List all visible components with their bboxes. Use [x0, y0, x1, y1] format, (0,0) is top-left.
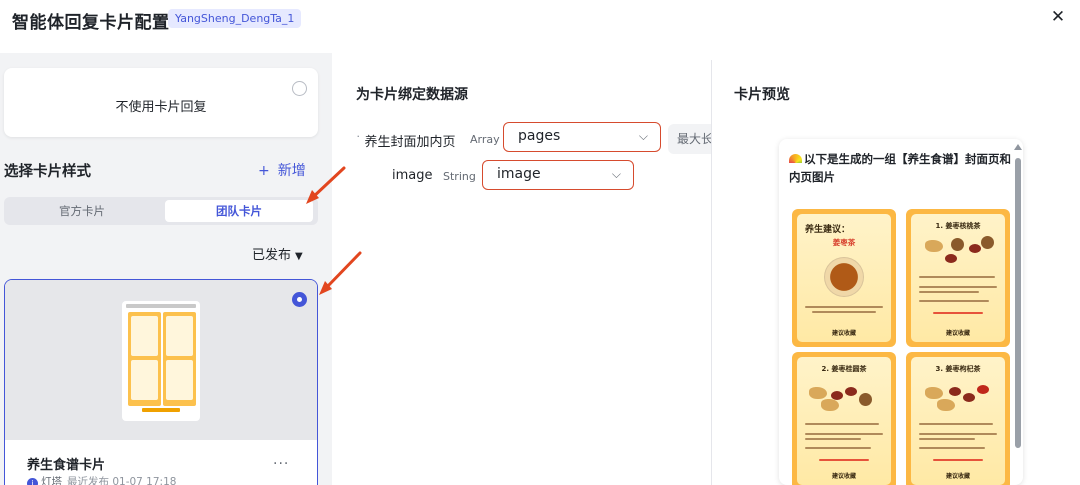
teacup-image: [824, 257, 864, 297]
field-pages-label: ˙ 养生封面加内页: [355, 135, 456, 150]
binding-title: 为卡片绑定数据源: [356, 87, 468, 103]
poster-subtitle: 姜枣茶: [832, 238, 856, 247]
poster-cover[interactable]: 养生建议： 姜枣茶 建议收藏: [792, 209, 896, 347]
field-pages-type: Array: [470, 133, 500, 146]
poster-page-3[interactable]: 3. 姜枣枸杞茶 建议收藏: [906, 352, 1010, 485]
poster-title: 养生建议：: [805, 225, 851, 235]
scrollbar-thumb[interactable]: [1015, 158, 1021, 448]
poster-footer: 建议收藏: [945, 330, 970, 337]
field-image-label: image: [392, 168, 433, 183]
field-image-select[interactable]: image ⌵: [482, 160, 634, 190]
max-length-field[interactable]: 最大长: [668, 124, 712, 154]
poster-footer: 建议收藏: [831, 330, 856, 337]
poster-title: 1. 姜枣核桃茶: [935, 222, 981, 230]
poster-title: 2. 姜枣桂圆茶: [821, 365, 867, 373]
preview-message: 以下是生成的一组【养生食谱】封面页和内页图片: [789, 152, 1011, 184]
scroll-up-icon[interactable]: [1014, 144, 1022, 150]
poster-page-1[interactable]: 1. 姜枣核桃茶 建议收藏: [906, 209, 1010, 347]
panel-divider: [711, 60, 712, 485]
poster-page-2[interactable]: 2. 姜枣桂圆茶 建议收藏: [792, 352, 896, 485]
preview-scrollbar[interactable]: [1014, 144, 1022, 485]
field-image-value: image: [497, 166, 541, 182]
rainbow-icon: [789, 154, 802, 163]
poster-title: 3. 姜枣枸杞茶: [935, 365, 981, 373]
field-pages-value: pages: [518, 128, 561, 144]
preview-title: 卡片预览: [734, 87, 790, 103]
field-image-type: String: [443, 170, 476, 183]
poster-footer: 建议收藏: [831, 473, 856, 480]
poster-footer: 建议收藏: [945, 473, 970, 480]
card-preview[interactable]: 以下是生成的一组【养生食谱】封面页和内页图片 养生建议： 姜枣茶 建议收藏 1.…: [779, 139, 1023, 485]
chevron-down-icon: ⌵: [611, 167, 621, 181]
chevron-down-icon: ⌵: [638, 129, 648, 143]
field-pages-select[interactable]: pages ⌵: [503, 122, 661, 152]
